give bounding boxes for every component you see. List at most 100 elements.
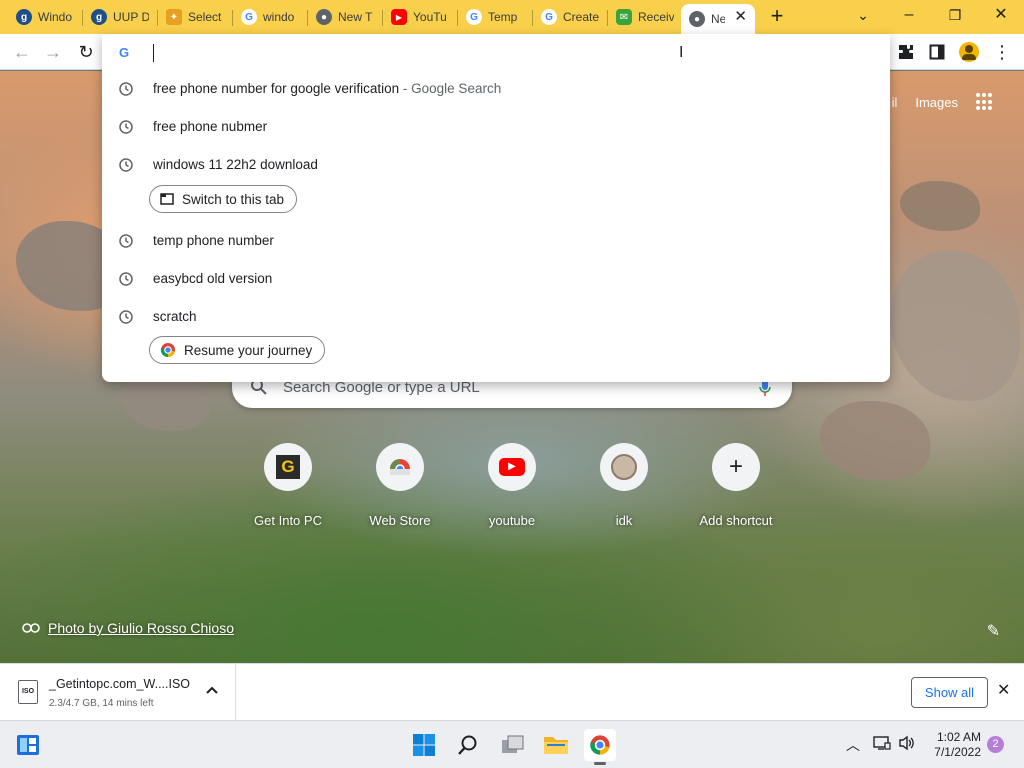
- chrome-taskbar-button[interactable]: [584, 729, 616, 765]
- forward-icon[interactable]: →: [42, 41, 64, 63]
- tab-new-tab[interactable]: ● New T: [308, 4, 383, 30]
- search-icon: [458, 735, 477, 755]
- system-clock[interactable]: 1:02 AM 7/1/2022: [925, 730, 981, 760]
- start-button[interactable]: [408, 729, 440, 761]
- google-icon: G: [541, 9, 557, 25]
- network-icon[interactable]: [873, 735, 891, 754]
- text-caret: [153, 44, 154, 62]
- suggestion-item[interactable]: free phone number for google verificatio…: [102, 70, 890, 108]
- tab-youtube[interactable]: ▶ YouTu: [383, 4, 458, 30]
- tab-title: Windo: [38, 10, 73, 24]
- suggestion-text: temp phone number: [153, 233, 274, 248]
- photo-credit-link[interactable]: Photo by Giulio Rosso Chioso: [22, 620, 234, 636]
- clock-time: 1:02 AM: [936, 730, 981, 744]
- suggestion-text: free phone nubmer: [153, 119, 268, 134]
- folder-icon: [544, 737, 568, 754]
- clock-date: 7/1/2022: [934, 745, 981, 759]
- scratch-cat-icon: ✦: [166, 9, 182, 25]
- g-site-icon: g: [16, 9, 32, 25]
- tab-title: Receiv: [638, 10, 674, 24]
- ntp-top-links: il Images: [892, 93, 994, 111]
- tab-title: Create: [563, 10, 599, 24]
- windows-logo-icon: [413, 734, 435, 756]
- tab-windo-google[interactable]: G windo: [233, 4, 308, 30]
- notification-badge[interactable]: 2: [987, 736, 1004, 753]
- customize-pencil-icon[interactable]: ✎: [987, 621, 1000, 641]
- tab-title: New T: [338, 10, 373, 24]
- google-apps-icon[interactable]: [976, 93, 994, 111]
- chevron-up-icon[interactable]: [205, 683, 219, 697]
- windows-taskbar: ︿ 1:02 AM 7/1/2022 2: [0, 720, 1024, 768]
- images-link[interactable]: Images: [915, 95, 958, 110]
- history-clock-icon: [119, 234, 133, 248]
- history-clock-icon: [119, 272, 133, 286]
- file-explorer-button[interactable]: [540, 729, 572, 761]
- download-status: 2.3/4.7 GB, 14 mins left: [49, 698, 154, 709]
- shortcut-youtube[interactable]: ▶ youtube: [457, 443, 567, 528]
- task-view-button[interactable]: [497, 729, 529, 761]
- tab-title: UUP D: [113, 10, 149, 24]
- shortcut-get-into-pc[interactable]: G Get Into PC: [233, 443, 343, 528]
- chip-label: Resume your journey: [184, 342, 313, 358]
- suggestion-item[interactable]: temp phone number: [102, 222, 890, 260]
- shortcut-label: Get Into PC: [254, 513, 322, 528]
- back-icon[interactable]: ←: [11, 41, 33, 63]
- reload-icon[interactable]: ↻: [75, 41, 97, 63]
- shortcut-label: idk: [615, 513, 633, 528]
- widgets-icon[interactable]: [16, 733, 40, 757]
- close-shelf-icon[interactable]: ✕: [997, 682, 1010, 700]
- tab-temp[interactable]: G Temp: [458, 4, 533, 30]
- show-all-button[interactable]: Show all: [911, 677, 988, 708]
- maximize-button[interactable]: ❐: [940, 4, 970, 28]
- shortcut-label: youtube: [488, 513, 536, 528]
- minimize-button[interactable]: –: [894, 4, 924, 28]
- tab-create[interactable]: G Create: [533, 4, 608, 30]
- omnibox-dropdown: G I free phone number for google verific…: [102, 34, 890, 382]
- suggestion-text: scratch: [153, 309, 197, 324]
- tab-uup[interactable]: g UUP D: [83, 4, 158, 30]
- tab-active-new-tab[interactable]: ● Ne ✕: [681, 4, 755, 34]
- tab-windo[interactable]: g Windo: [8, 4, 83, 30]
- photo-credit-text: Photo by Giulio Rosso Chioso: [48, 620, 234, 636]
- tab-receive[interactable]: ✉ Receiv: [608, 4, 683, 30]
- google-icon: G: [466, 9, 482, 25]
- shortcut-web-store[interactable]: Web Store: [345, 443, 455, 528]
- download-filename: _Getintopc.com_W....ISO: [49, 677, 191, 691]
- link-icon: [22, 623, 40, 633]
- download-item[interactable]: ISO _Getintopc.com_W....ISO 2.3/4.7 GB, …: [0, 664, 236, 720]
- history-clock-icon: [119, 82, 133, 96]
- plus-icon: +: [712, 443, 760, 491]
- profile-avatar[interactable]: [957, 40, 981, 64]
- history-clock-icon: [119, 120, 133, 134]
- switch-to-tab-chip[interactable]: Switch to this tab: [149, 185, 298, 213]
- suggestion-item[interactable]: free phone nubmer: [102, 108, 890, 146]
- menu-kebab-icon[interactable]: ⋮: [990, 40, 1014, 64]
- close-window-button[interactable]: ✕: [986, 4, 1016, 28]
- side-panel-icon[interactable]: [925, 40, 949, 64]
- task-view-icon: [502, 735, 524, 753]
- add-shortcut-button[interactable]: + Add shortcut: [681, 443, 791, 528]
- volume-icon[interactable]: [898, 735, 916, 754]
- suggestion-source: - Google Search: [399, 81, 502, 96]
- suggestion-item[interactable]: scratch: [102, 298, 890, 336]
- suggestion-text: easybcd old version: [153, 271, 273, 286]
- omnibox-input[interactable]: G I: [102, 40, 890, 68]
- suggestion-item[interactable]: easybcd old version: [102, 260, 890, 298]
- tab-search-button[interactable]: ⌄: [848, 4, 878, 28]
- google-icon: G: [241, 9, 257, 25]
- resume-journey-chip[interactable]: Resume your journey: [149, 336, 326, 364]
- chrome-icon: [590, 735, 610, 755]
- extensions-icon[interactable]: [894, 40, 918, 64]
- iso-file-icon: ISO: [18, 680, 38, 704]
- suggestion-item[interactable]: windows 11 22h2 download: [102, 146, 890, 184]
- chevron-up-icon[interactable]: ︿: [846, 735, 860, 755]
- new-tab-button[interactable]: +: [766, 5, 788, 28]
- mouse-ibeam-cursor-icon: I: [679, 44, 684, 61]
- shortcut-idk[interactable]: idk: [569, 443, 679, 528]
- shortcut-tiles: G Get Into PC Web Store ▶ youtube idk + …: [244, 443, 792, 533]
- download-shelf: ISO _Getintopc.com_W....ISO 2.3/4.7 GB, …: [0, 663, 1024, 720]
- tab-select[interactable]: ✦ Select: [158, 4, 233, 30]
- close-tab-icon[interactable]: ✕: [734, 9, 747, 25]
- search-button[interactable]: [452, 729, 484, 761]
- gmail-link[interactable]: il: [892, 95, 898, 110]
